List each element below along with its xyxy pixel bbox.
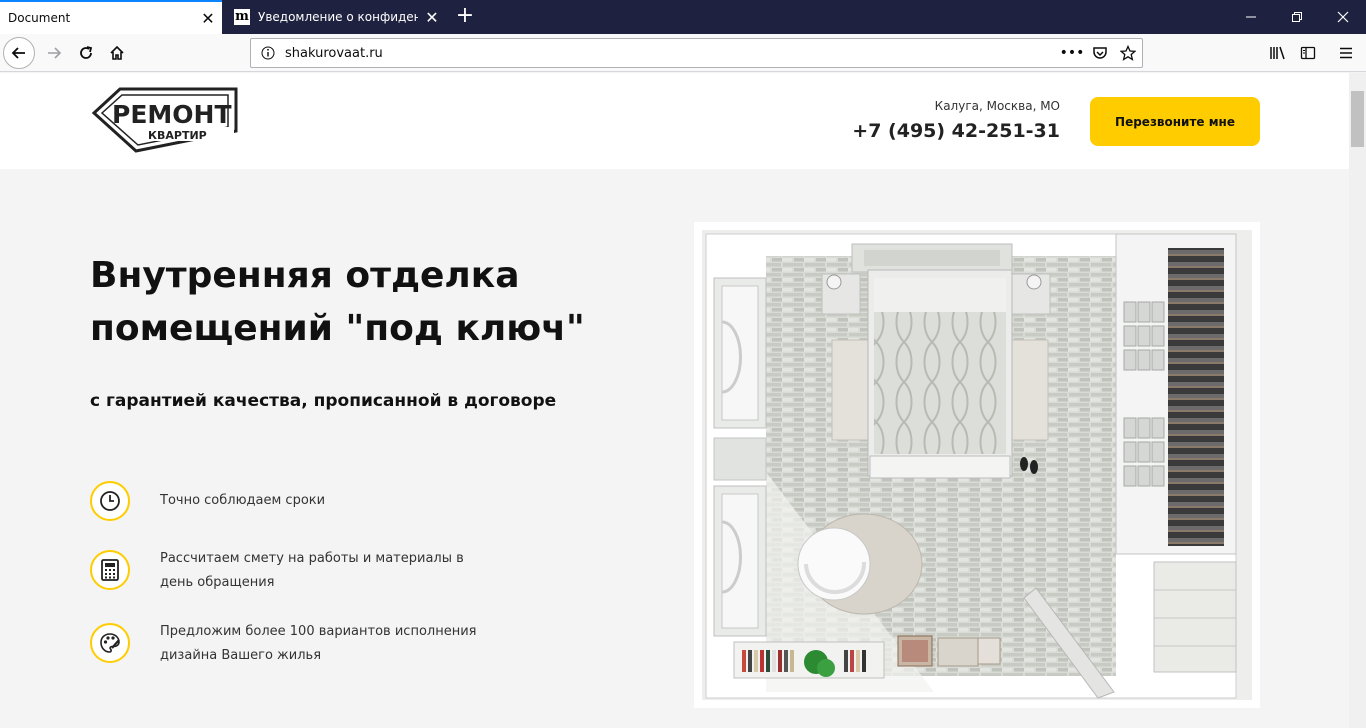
more-actions-icon[interactable]: ••• bbox=[1058, 45, 1086, 61]
reload-icon bbox=[80, 46, 93, 59]
info-icon[interactable] bbox=[251, 46, 285, 60]
logo-text-sub: КВАРТИР bbox=[148, 129, 207, 142]
favicon-icon: m bbox=[234, 9, 250, 25]
tab-privacy-notice[interactable]: m Уведомление о конфиденциальности ✕ bbox=[224, 0, 446, 34]
logo[interactable]: РЕМОНТ КВАРТИР bbox=[90, 83, 244, 159]
home-icon bbox=[110, 45, 124, 60]
scrollbar-thumb[interactable] bbox=[1351, 91, 1364, 147]
restore-icon[interactable] bbox=[1274, 0, 1320, 34]
back-button[interactable] bbox=[3, 37, 35, 69]
menu-icon[interactable] bbox=[1330, 37, 1362, 69]
feature-text: Предложим более 100 вариантов исполнения… bbox=[160, 624, 477, 663]
nav-bar: shakurovaat.ru ••• bbox=[0, 34, 1366, 72]
logo-text-main: РЕМОНТ bbox=[112, 100, 232, 129]
arrow-right-icon bbox=[48, 47, 62, 59]
tab-title: Уведомление о конфиденциальности bbox=[258, 10, 418, 24]
close-tab-icon[interactable]: ✕ bbox=[194, 9, 222, 28]
minimize-icon[interactable] bbox=[1228, 0, 1274, 34]
close-tab-icon[interactable]: ✕ bbox=[418, 8, 446, 27]
close-window-icon[interactable] bbox=[1320, 0, 1366, 34]
tab-title: Document bbox=[8, 11, 71, 25]
pocket-icon[interactable] bbox=[1086, 45, 1114, 61]
sidebar-icon[interactable] bbox=[1292, 37, 1324, 69]
clock-icon bbox=[90, 481, 130, 521]
feature-text: Рассчитаем смету на работы и материалы в… bbox=[160, 551, 464, 590]
tab-document[interactable]: Document ✕ bbox=[0, 0, 222, 34]
hero-subtitle: с гарантией качества, прописанной в дого… bbox=[90, 391, 557, 411]
arrow-left-icon bbox=[11, 47, 25, 59]
palette-icon bbox=[90, 623, 130, 663]
cities: Калуга, Москва, МО bbox=[934, 99, 1060, 113]
tab-bar: Document ✕ m Уведомление о конфиденциаль… bbox=[0, 0, 1366, 34]
home-button[interactable] bbox=[101, 37, 133, 69]
scrollbar[interactable] bbox=[1349, 73, 1366, 728]
page-content: РЕМОНТ КВАРТИР Калуга, Москва, МО +7 (49… bbox=[0, 73, 1349, 728]
url-text[interactable]: shakurovaat.ru bbox=[285, 46, 1058, 61]
calculator-icon bbox=[90, 550, 130, 590]
callback-button[interactable]: Перезвоните мне bbox=[1090, 97, 1260, 146]
new-tab-button[interactable]: + bbox=[452, 4, 478, 30]
room-plan-image bbox=[694, 222, 1260, 708]
bookmark-star-icon[interactable] bbox=[1114, 45, 1142, 61]
phone-number[interactable]: +7 (495) 42-251-31 bbox=[852, 120, 1060, 142]
library-icon[interactable] bbox=[1262, 37, 1294, 69]
forward-button[interactable] bbox=[38, 37, 70, 69]
feature-text: Точно соблюдаем сроки bbox=[160, 493, 326, 508]
address-bar[interactable]: shakurovaat.ru ••• bbox=[250, 38, 1143, 68]
reload-button[interactable] bbox=[70, 37, 102, 69]
site-header: РЕМОНТ КВАРТИР Калуга, Москва, МО +7 (49… bbox=[0, 73, 1349, 169]
hero-title: Внутренняя отделка помещений "под ключ" bbox=[90, 255, 585, 349]
